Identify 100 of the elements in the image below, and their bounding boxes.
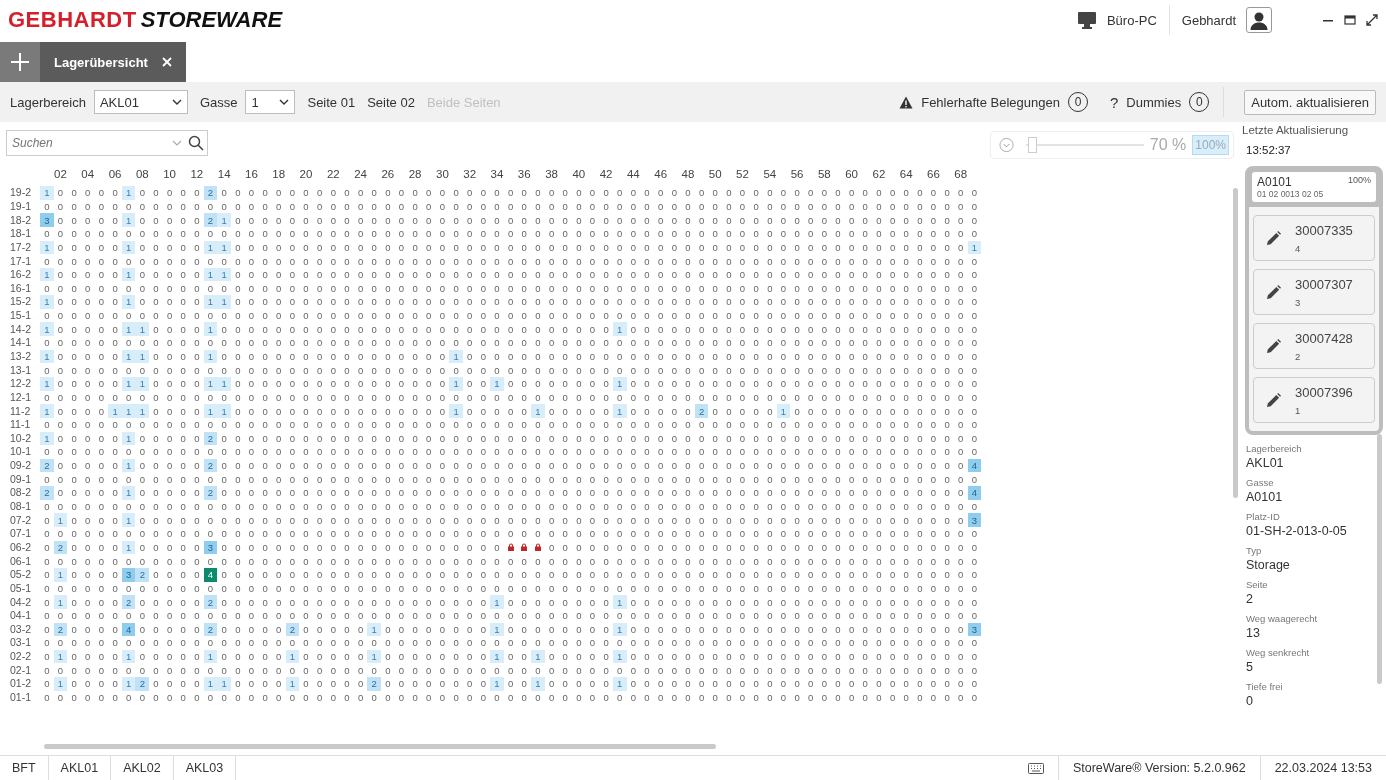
slot-count[interactable]: 0 — [517, 527, 532, 541]
slot-count[interactable]: 0 — [749, 636, 763, 650]
slot-count[interactable]: 0 — [244, 567, 259, 582]
slot-count[interactable]: 0 — [80, 199, 95, 214]
slot-count[interactable]: 0 — [312, 322, 327, 337]
slot-count[interactable]: 0 — [326, 567, 341, 582]
slot-count[interactable]: 0 — [899, 376, 913, 391]
slot-count[interactable]: 0 — [299, 540, 313, 555]
slot-count[interactable]: 0 — [967, 690, 982, 705]
slot-count[interactable]: 0 — [462, 445, 477, 459]
slot-count[interactable]: 0 — [544, 527, 559, 541]
slot-count[interactable]: 0 — [926, 254, 941, 268]
slot-count[interactable]: 0 — [708, 567, 723, 582]
slot-count[interactable]: 0 — [790, 254, 804, 268]
slot-count[interactable]: 0 — [285, 690, 300, 705]
slot-count[interactable]: 0 — [667, 322, 682, 337]
occupied-slot[interactable]: 1 — [40, 349, 54, 364]
slot-count[interactable]: 0 — [176, 622, 191, 637]
slot-count[interactable]: 0 — [653, 663, 668, 678]
slot-count[interactable]: 0 — [326, 499, 341, 514]
slot-count[interactable]: 0 — [40, 513, 54, 527]
slot-count[interactable]: 0 — [312, 622, 327, 637]
slot-count[interactable]: 0 — [885, 390, 900, 405]
slot-count[interactable]: 0 — [913, 527, 927, 541]
slot-count[interactable]: 0 — [899, 308, 913, 323]
slot-count[interactable]: 0 — [67, 336, 81, 350]
slot-count[interactable]: 0 — [872, 417, 886, 432]
slot-count[interactable]: 0 — [40, 677, 54, 691]
slot-count[interactable]: 0 — [421, 226, 436, 241]
slot-count[interactable]: 0 — [271, 540, 286, 555]
slot-count[interactable]: 0 — [885, 349, 900, 364]
slot-count[interactable]: 0 — [599, 472, 613, 487]
slot-count[interactable]: 0 — [53, 376, 68, 391]
slot-count[interactable]: 0 — [449, 540, 463, 555]
slot-count[interactable]: 0 — [585, 486, 600, 500]
slot-count[interactable]: 0 — [108, 649, 122, 664]
slot-count[interactable]: 0 — [926, 417, 941, 432]
slot-count[interactable]: 0 — [735, 390, 750, 405]
slot-count[interactable]: 0 — [121, 336, 136, 350]
slot-count[interactable]: 0 — [626, 458, 641, 473]
slot-count[interactable]: 0 — [149, 295, 163, 309]
slot-count[interactable]: 0 — [80, 308, 95, 323]
slot-count[interactable]: 0 — [749, 431, 763, 446]
slot-count[interactable]: 0 — [135, 458, 150, 473]
slot-count[interactable]: 0 — [353, 649, 368, 664]
slot-count[interactable]: 0 — [340, 486, 354, 500]
slot-count[interactable]: 0 — [926, 404, 941, 418]
slot-count[interactable]: 0 — [340, 431, 354, 446]
slot-count[interactable]: 0 — [558, 540, 572, 555]
slot-count[interactable]: 0 — [953, 581, 968, 596]
slot-count[interactable]: 0 — [926, 499, 941, 514]
slot-count[interactable]: 0 — [190, 349, 204, 364]
slot-count[interactable]: 0 — [149, 199, 163, 214]
slot-count[interactable]: 0 — [67, 458, 81, 473]
slot-count[interactable]: 0 — [681, 349, 695, 364]
slot-count[interactable]: 0 — [312, 554, 327, 568]
slot-count[interactable]: 0 — [531, 554, 545, 568]
slot-count[interactable]: 0 — [476, 499, 491, 514]
slot-count[interactable]: 0 — [421, 608, 436, 623]
slot-count[interactable]: 0 — [271, 322, 286, 337]
slot-count[interactable]: 0 — [421, 349, 436, 364]
slot-count[interactable]: 0 — [708, 540, 723, 555]
slot-count[interactable]: 0 — [803, 554, 818, 568]
slot-count[interactable]: 0 — [244, 677, 259, 691]
slot-count[interactable]: 0 — [476, 417, 491, 432]
slot-count[interactable]: 0 — [885, 363, 900, 377]
slot-count[interactable]: 0 — [367, 226, 381, 241]
slot-count[interactable]: 0 — [599, 663, 613, 678]
slot-count[interactable]: 0 — [558, 513, 572, 527]
slot-count[interactable]: 0 — [735, 677, 750, 691]
slot-count[interactable]: 0 — [585, 636, 600, 650]
slot-count[interactable]: 0 — [217, 690, 231, 705]
slot-count[interactable]: 0 — [326, 527, 341, 541]
slot-count[interactable]: 0 — [67, 226, 81, 241]
slot-count[interactable]: 0 — [394, 213, 409, 227]
slot-count[interactable]: 0 — [953, 458, 968, 473]
slot-count[interactable]: 0 — [217, 322, 231, 337]
slot-count[interactable]: 0 — [67, 527, 81, 541]
slot-count[interactable]: 0 — [162, 254, 177, 268]
slot-count[interactable]: 0 — [367, 513, 381, 527]
slot-count[interactable]: 0 — [762, 417, 777, 432]
slot-count[interactable]: 0 — [149, 649, 163, 664]
slot-count[interactable]: 0 — [490, 499, 504, 514]
slot-count[interactable]: 0 — [640, 472, 654, 487]
slot-count[interactable]: 0 — [108, 281, 122, 296]
slot-count[interactable]: 0 — [708, 295, 723, 309]
slot-count[interactable]: 0 — [462, 199, 477, 214]
slot-count[interactable]: 0 — [653, 390, 668, 405]
slot-count[interactable]: 0 — [217, 417, 231, 432]
side-link[interactable]: Seite 01 — [307, 94, 356, 110]
slot-count[interactable]: 0 — [190, 281, 204, 296]
slot-count[interactable]: 0 — [626, 254, 641, 268]
slot-count[interactable]: 0 — [421, 527, 436, 541]
slot-count[interactable]: 0 — [790, 677, 804, 691]
slot-count[interactable]: 0 — [162, 527, 177, 541]
slot-count[interactable]: 0 — [967, 267, 982, 282]
slot-count[interactable]: 0 — [80, 540, 95, 555]
slot-count[interactable]: 0 — [612, 540, 627, 555]
slot-count[interactable]: 0 — [40, 581, 54, 596]
slot-count[interactable]: 0 — [872, 336, 886, 350]
